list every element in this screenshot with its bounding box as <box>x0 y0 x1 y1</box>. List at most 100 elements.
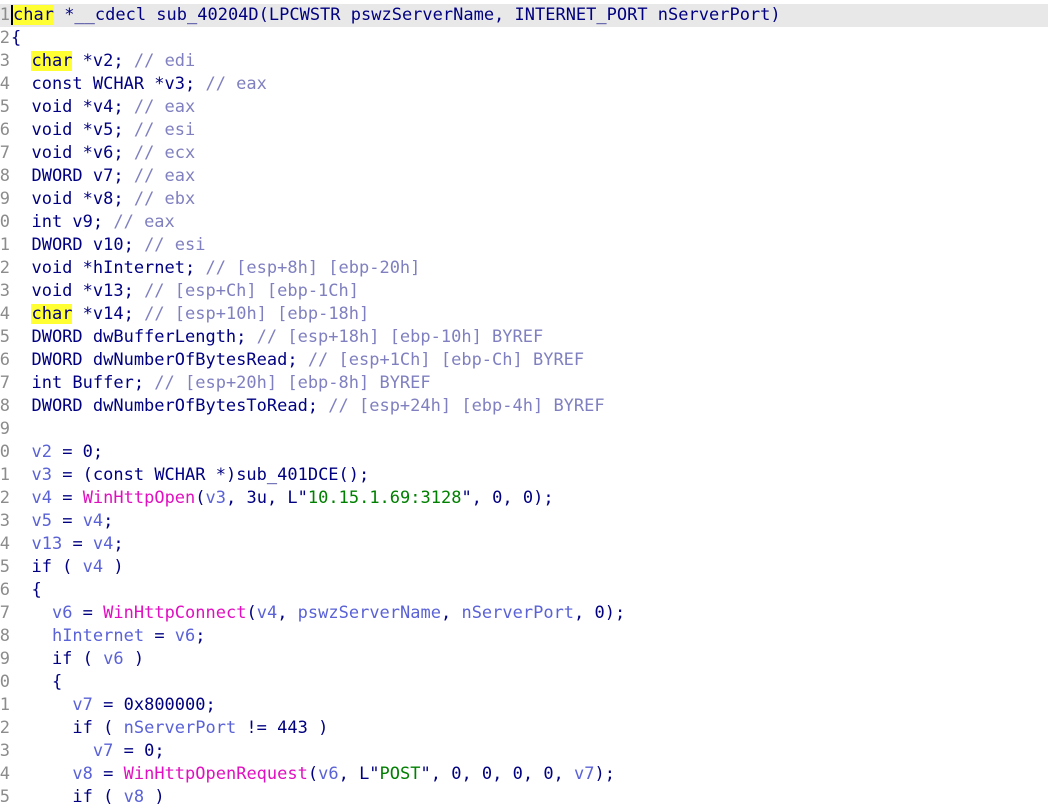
line-number-text: 20 <box>0 442 10 462</box>
code-token: void *v5; <box>11 120 134 140</box>
code-line[interactable]: 12 void *hInternet; // [esp+8h] [ebp-20h… <box>0 257 1048 280</box>
code-text: void *v5; // esi <box>11 119 195 142</box>
variable-name[interactable]: v6 <box>175 626 195 646</box>
code-line[interactable]: 13 void *v13; // [esp+Ch] [ebp-1Ch] <box>0 280 1048 303</box>
function-name[interactable]: WinHttpOpen <box>83 488 196 508</box>
code-line[interactable]: 17 int Buffer; // [esp+20h] [ebp-8h] BYR… <box>0 372 1048 395</box>
variable-name[interactable]: v4 <box>83 511 103 531</box>
code-line[interactable]: 5 void *v4; // eax <box>0 96 1048 119</box>
code-line[interactable]: 18 DWORD dwNumberOfBytesToRead; // [esp+… <box>0 395 1048 418</box>
code-line[interactable]: 22 v4 = WinHttpOpen(v3, 3u, L"10.15.1.69… <box>0 487 1048 510</box>
variable-name[interactable]: v7 <box>574 764 594 784</box>
line-number-text: 7 <box>0 143 10 163</box>
code-line[interactable]: 16 DWORD dwNumberOfBytesRead; // [esp+1C… <box>0 349 1048 372</box>
code-text: v4 = WinHttpOpen(v3, 3u, L"10.15.1.69:31… <box>11 487 553 510</box>
code-line[interactable]: 34 v8 = WinHttpOpenRequest(v6, L"POST", … <box>0 763 1048 786</box>
code-line[interactable]: 15 DWORD dwBufferLength; // [esp+18h] [e… <box>0 326 1048 349</box>
variable-name[interactable]: v2 <box>31 442 51 462</box>
variable-name[interactable]: v13 <box>31 534 62 554</box>
code-token: ); <box>594 764 615 784</box>
variable-name[interactable]: pswzServerName <box>298 603 441 623</box>
code-line[interactable]: 26 { <box>0 579 1048 602</box>
code-line[interactable]: 8 DWORD v7; // eax <box>0 165 1048 188</box>
code-text: char *v14; // [esp+10h] [ebp-18h] <box>11 303 369 326</box>
line-number: 14 <box>0 303 10 326</box>
variable-name[interactable]: nServerPort <box>124 718 237 738</box>
variable-name[interactable]: v7 <box>93 741 113 761</box>
variable-name[interactable]: v6 <box>318 764 338 784</box>
variable-name[interactable]: hInternet <box>52 626 144 646</box>
code-line[interactable]: 1 char *__cdecl sub_40204D(LPCWSTR pswzSe… <box>0 4 1048 27</box>
code-line[interactable]: 14 char *v14; // [esp+10h] [ebp-18h] <box>0 303 1048 326</box>
code-text: if ( v8 ) <box>11 786 164 809</box>
code-line[interactable]: 24 v13 = v4; <box>0 533 1048 556</box>
code-token: DWORD dwNumberOfBytesToRead; <box>11 396 329 416</box>
variable-name[interactable]: v3 <box>31 465 51 485</box>
variable-name[interactable]: nServerPort <box>461 603 574 623</box>
code-token: if ( <box>11 557 83 577</box>
code-line[interactable]: 25 if ( v4 ) <box>0 556 1048 579</box>
function-name[interactable]: WinHttpOpenRequest <box>124 764 308 784</box>
code-line[interactable]: 7 void *v6; // ecx <box>0 142 1048 165</box>
line-number-text: 18 <box>0 396 10 416</box>
code-line[interactable]: 31 v7 = 0x800000; <box>0 694 1048 717</box>
code-token: ; <box>103 511 114 531</box>
code-text: int v9; // eax <box>11 211 175 234</box>
code-comment: // eax <box>113 212 175 232</box>
code-line[interactable]: 9 void *v8; // ebx <box>0 188 1048 211</box>
function-name[interactable]: WinHttpConnect <box>103 603 246 623</box>
code-line[interactable]: 10 int v9; // eax <box>0 211 1048 234</box>
code-line[interactable]: 11 DWORD v10; // esi <box>0 234 1048 257</box>
line-number: 34 <box>0 763 10 786</box>
line-number: 12 <box>0 257 10 280</box>
code-line[interactable]: 2{ <box>0 27 1048 50</box>
variable-name[interactable]: v4 <box>257 603 277 623</box>
line-number: 7 <box>0 142 10 165</box>
code-comment: // [esp+Ch] [ebp-1Ch] <box>144 281 359 301</box>
line-number-text: 32 <box>0 718 10 738</box>
code-line[interactable]: 3 char *v2; // edi <box>0 50 1048 73</box>
code-line[interactable]: 35 if ( v8 ) <box>0 786 1048 809</box>
variable-name[interactable]: v4 <box>83 557 103 577</box>
code-token: = 0; <box>113 741 165 761</box>
code-line[interactable]: 23 v5 = v4; <box>0 510 1048 533</box>
code-token: DWORD v7; <box>11 166 134 186</box>
line-number-text: 16 <box>0 350 10 370</box>
code-text: if ( nServerPort != 443 ) <box>11 717 328 740</box>
code-line[interactable]: 30 { <box>0 671 1048 694</box>
code-token: void *v4; <box>11 97 134 117</box>
code-text: v13 = v4; <box>11 533 123 556</box>
code-line[interactable]: 33 v7 = 0; <box>0 740 1048 763</box>
code-line[interactable]: 27 v6 = WinHttpConnect(v4, pswzServerNam… <box>0 602 1048 625</box>
code-token: void *hInternet; <box>11 258 206 278</box>
code-line[interactable]: 29 if ( v6 ) <box>0 648 1048 671</box>
code-line[interactable]: 19 <box>0 418 1048 441</box>
code-line[interactable]: 21 v3 = (const WCHAR *)sub_401DCE(); <box>0 464 1048 487</box>
code-text: { <box>11 671 62 694</box>
variable-name[interactable]: v6 <box>52 603 72 623</box>
line-number: 27 <box>0 602 10 625</box>
variable-name[interactable]: v8 <box>124 787 144 807</box>
code-line[interactable]: 4 const WCHAR *v3; // eax <box>0 73 1048 96</box>
code-comment: // [esp+10h] [ebp-18h] <box>144 304 370 324</box>
variable-name[interactable]: v5 <box>31 511 51 531</box>
code-line[interactable]: 20 v2 = 0; <box>0 441 1048 464</box>
variable-name[interactable]: v3 <box>206 488 226 508</box>
line-number: 6 <box>0 119 10 142</box>
variable-name[interactable]: v7 <box>72 695 92 715</box>
variable-name[interactable]: v4 <box>93 534 113 554</box>
code-text: if ( v6 ) <box>11 648 144 671</box>
pseudocode-view[interactable]: 1 char *__cdecl sub_40204D(LPCWSTR pswzSe… <box>0 0 1048 808</box>
code-text: char *v2; // edi <box>11 50 195 73</box>
code-line[interactable]: 6 void *v5; // esi <box>0 119 1048 142</box>
code-line[interactable]: 32 if ( nServerPort != 443 ) <box>0 717 1048 740</box>
variable-name[interactable]: v6 <box>103 649 123 669</box>
variable-name[interactable]: v8 <box>72 764 92 784</box>
code-line[interactable]: 28 hInternet = v6; <box>0 625 1048 648</box>
variable-name[interactable]: v4 <box>31 488 51 508</box>
line-number: 16 <box>0 349 10 372</box>
string-literal: 10.15.1.69:3128 <box>307 488 462 508</box>
code-token: ; <box>195 626 206 646</box>
line-number-text: 12 <box>0 258 10 278</box>
